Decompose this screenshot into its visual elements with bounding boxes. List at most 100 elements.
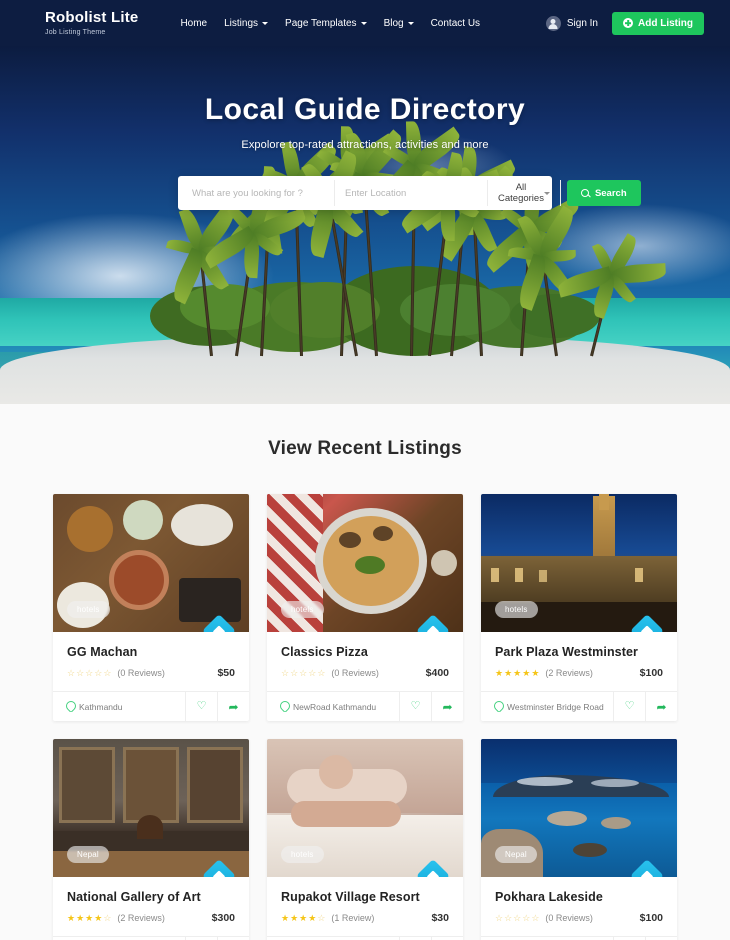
listing-card[interactable]: hotels Park Plaza Westminster ★ ★ ★ ★ ★ (2 Revi… [481, 494, 677, 721]
main-nav: Home Listings Page Templates Blog Contact Us [180, 18, 480, 29]
nav-item-label: Home [180, 17, 208, 29]
favorite-button[interactable]: ♡ [613, 692, 645, 721]
listing-price: $30 [431, 912, 449, 924]
search-location-input[interactable] [335, 180, 488, 206]
listing-meta: ★ ★ ★ ★ ★ (2 Reviews) $100 [495, 667, 663, 691]
category-badge[interactable]: Nepal [67, 846, 109, 863]
listing-price: $300 [211, 912, 235, 924]
share-arrow-icon: ➦ [442, 699, 453, 714]
listing-card[interactable]: Nepal Pokhara Lakeside ☆ ☆ ☆ ☆ ☆ (0 Reviews) $10… [481, 739, 677, 940]
listing-title[interactable]: National Gallery of Art [67, 890, 235, 904]
favorite-heart-icon: ♡ [196, 700, 207, 712]
user-avatar-icon [545, 15, 561, 31]
listing-location: NewRoad Kathmandu [267, 701, 399, 712]
share-button[interactable]: ➦ [431, 692, 463, 721]
review-count: (1 Review) [331, 913, 375, 923]
image-decor [635, 568, 643, 582]
category-badge[interactable]: hotels [67, 601, 110, 618]
image-decor [339, 532, 361, 548]
listing-meta: ★ ★ ★ ★ ☆ (1 Review) $30 [281, 912, 449, 936]
listing-card[interactable]: hotels Classics Pizza ☆ ☆ ☆ ☆ ☆ (0 Reviews) $400… [267, 494, 463, 721]
image-decor [547, 811, 587, 826]
favorite-button[interactable]: ♡ [185, 692, 217, 721]
review-count: (0 Reviews) [331, 668, 379, 678]
listing-image[interactable]: Nepal [53, 739, 249, 877]
listing-title[interactable]: Pokhara Lakeside [495, 890, 663, 904]
category-badge[interactable]: hotels [281, 846, 324, 863]
star-empty-icon: ☆ [85, 667, 94, 678]
island-vegetation [180, 284, 270, 330]
listing-card[interactable]: hotels Rupakot Village Resort ★ ★ ★ ★ ☆ (1 Revi… [267, 739, 463, 940]
star-filled-icon: ★ [531, 667, 540, 678]
listing-price: $100 [639, 667, 663, 679]
image-decor [109, 550, 169, 610]
chevron-down-icon [407, 21, 414, 25]
listing-body: Classics Pizza ☆ ☆ ☆ ☆ ☆ (0 Reviews) $400 [267, 632, 463, 691]
share-arrow-icon: ➦ [228, 699, 239, 714]
listing-image[interactable]: Nepal [481, 739, 677, 877]
add-listing-button[interactable]: Add Listing [612, 11, 704, 35]
star-empty-icon: ☆ [522, 912, 531, 923]
section-title: View Recent Listings [268, 438, 462, 459]
favorite-heart-icon: ♡ [624, 700, 635, 712]
star-filled-icon: ★ [94, 912, 103, 923]
listing-image[interactable]: hotels [481, 494, 677, 632]
listing-image[interactable]: hotels [53, 494, 249, 632]
listing-body: National Gallery of Art ★ ★ ★ ★ ☆ (2 Reviews) $… [53, 877, 249, 936]
category-badge[interactable]: hotels [281, 601, 324, 618]
rating-stars: ☆ ☆ ☆ ☆ ☆ [281, 668, 325, 678]
search-category-select[interactable]: All Categories [488, 180, 561, 206]
image-decor [137, 815, 163, 839]
listing-title[interactable]: GG Machan [67, 645, 235, 659]
favorite-button[interactable]: ♡ [399, 692, 431, 721]
star-empty-icon: ☆ [94, 667, 103, 678]
listing-footer: Ekantakuna Lalitpur Nepal♡➦ [267, 936, 463, 940]
page-title: Local Guide Directory [204, 93, 526, 126]
listing-image[interactable]: hotels [267, 494, 463, 632]
listing-image[interactable]: hotels [267, 739, 463, 877]
image-decor [599, 494, 609, 510]
nav-item-page-templates[interactable]: Page Templates [285, 18, 367, 29]
listing-location-label: NewRoad Kathmandu [293, 701, 377, 712]
search-icon [580, 188, 590, 198]
nav-item-contact-us[interactable]: Contact Us [431, 18, 480, 29]
sign-in-button[interactable]: Sign In [545, 15, 598, 31]
listing-card[interactable]: hotels GG Machan ☆ ☆ ☆ ☆ ☆ (0 Reviews) $50 Kathma… [53, 494, 249, 721]
star-filled-icon: ★ [85, 912, 94, 923]
image-decor [123, 500, 163, 540]
star-empty-icon: ☆ [103, 912, 112, 923]
share-button[interactable]: ➦ [217, 692, 249, 721]
chevron-down-icon [543, 191, 550, 195]
favorite-heart-icon: ♡ [410, 700, 421, 712]
listing-title[interactable]: Rupakot Village Resort [281, 890, 449, 904]
plus-circle-icon [623, 18, 633, 28]
listing-brand-diamond-icon [416, 614, 450, 632]
image-decor [171, 504, 233, 546]
rating-stars: ☆ ☆ ☆ ☆ ☆ [495, 912, 539, 923]
listing-card[interactable]: Nepal National Gallery of Art ★ ★ ★ ★ ☆ (2 Revi… [53, 739, 249, 940]
search-keyword-input[interactable] [182, 180, 335, 206]
listing-location: Kathmandu [53, 701, 185, 712]
brand-logo[interactable]: Robolist Lite Job Listing Theme [45, 10, 138, 36]
location-pin-icon [280, 701, 288, 712]
listing-body: Rupakot Village Resort ★ ★ ★ ★ ☆ (1 Review) $30 [267, 877, 463, 936]
listings-grid: hotels GG Machan ☆ ☆ ☆ ☆ ☆ (0 Reviews) $50 Kathma… [53, 494, 677, 940]
listing-meta: ☆ ☆ ☆ ☆ ☆ (0 Reviews) $100 [495, 912, 663, 936]
nav-item-listings[interactable]: Listings [224, 18, 269, 29]
listing-title[interactable]: Park Plaza Westminster [495, 645, 663, 659]
image-decor [515, 568, 523, 582]
share-button[interactable]: ➦ [645, 692, 677, 721]
image-decor [601, 817, 631, 829]
category-badge[interactable]: Nepal [495, 846, 537, 863]
hero-banner: Local Guide Directory Expolore top-rated… [0, 46, 730, 404]
nav-item-blog[interactable]: Blog [384, 18, 414, 29]
star-empty-icon: ☆ [67, 667, 76, 678]
sign-in-label: Sign In [566, 17, 598, 29]
image-decor [179, 578, 241, 622]
listing-title[interactable]: Classics Pizza [281, 645, 449, 659]
category-badge[interactable]: hotels [495, 601, 538, 618]
search-button[interactable]: Search [566, 180, 641, 206]
nav-item-home[interactable]: Home [180, 18, 207, 29]
location-pin-icon [66, 701, 74, 712]
location-pin-icon [494, 701, 502, 712]
